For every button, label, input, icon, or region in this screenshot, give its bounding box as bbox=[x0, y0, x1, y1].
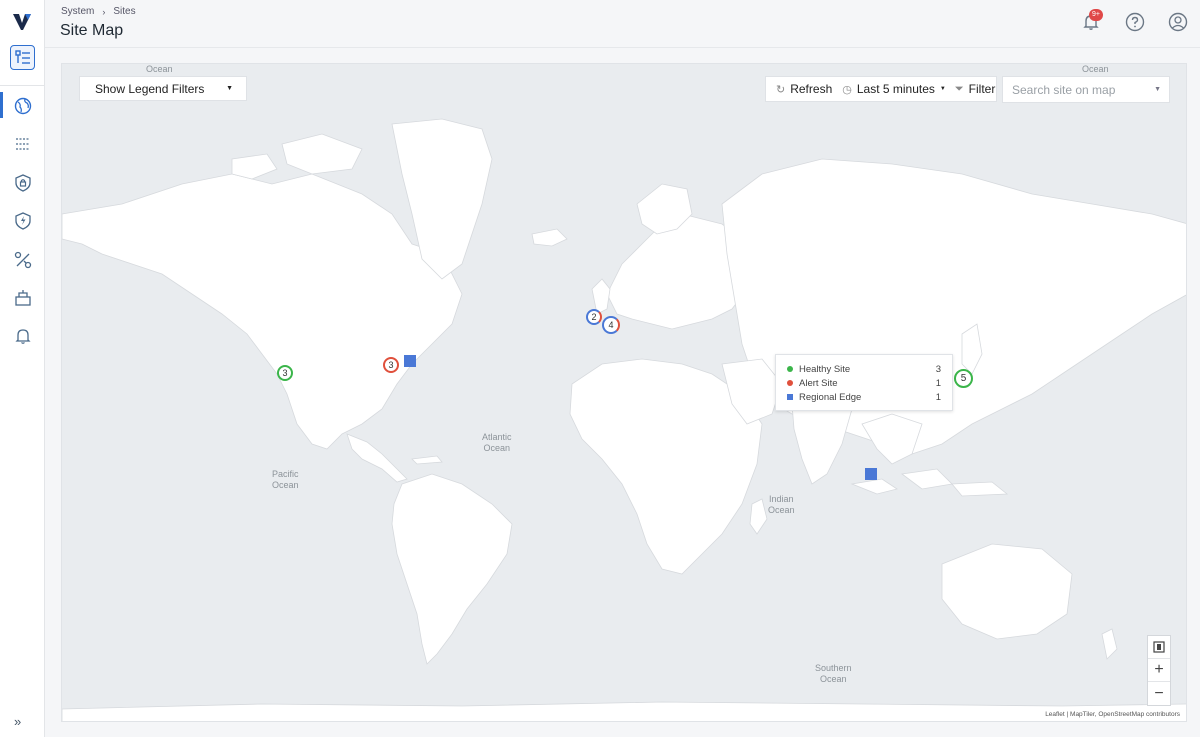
time-range-label: Last 5 minutes bbox=[856, 82, 935, 96]
tree-list-icon bbox=[14, 49, 30, 64]
ocean-label: Atlantic Ocean bbox=[482, 432, 512, 453]
ocean-label: Ocean bbox=[1082, 64, 1109, 74]
search-placeholder: Search site on map bbox=[1012, 82, 1116, 97]
tools-icon bbox=[14, 251, 31, 268]
breadcrumb-system[interactable]: System bbox=[61, 6, 94, 17]
network-icon bbox=[15, 137, 30, 150]
globe-icon bbox=[14, 97, 31, 114]
zoom-in-button[interactable]: + bbox=[1148, 659, 1170, 682]
world-landmass bbox=[62, 118, 1186, 721]
ocean-label: Southern Ocean bbox=[815, 663, 852, 684]
legend-filter-label: Show Legend Filters bbox=[95, 81, 205, 96]
popup-row-label: Healthy Site bbox=[799, 363, 851, 375]
bell-icon bbox=[14, 328, 31, 344]
refresh-button[interactable]: ↻ Refresh bbox=[766, 76, 832, 102]
site-cluster-marker[interactable]: 4 bbox=[602, 316, 620, 334]
rail-divider bbox=[0, 85, 45, 86]
filter-button[interactable]: ⏷ Filter bbox=[946, 76, 995, 102]
site-cluster-marker[interactable]: 3 bbox=[383, 357, 399, 373]
regional-edge-square-icon bbox=[787, 394, 793, 400]
site-icon bbox=[14, 289, 31, 306]
notification-count-badge: 9+ bbox=[1089, 9, 1103, 21]
osm-link[interactable]: OpenStreetMap contributors bbox=[1098, 711, 1180, 718]
refresh-label: Refresh bbox=[790, 82, 833, 96]
nav-alerts[interactable] bbox=[10, 323, 35, 348]
ocean-label: Pacific Ocean bbox=[272, 469, 299, 490]
breadcrumb: System › Sites bbox=[61, 6, 136, 17]
map-attribution: Leaflet | MapTiler, OpenStreetMap contri… bbox=[1042, 710, 1183, 719]
site-legend-popup: Healthy Site 3 Alert Site 1 Regional Edg… bbox=[775, 354, 953, 411]
popup-row-label: Alert Site bbox=[799, 377, 838, 389]
caret-down-icon: ▼ bbox=[226, 85, 233, 92]
help-icon[interactable] bbox=[1124, 11, 1146, 33]
leaflet-link[interactable]: Leaflet bbox=[1045, 711, 1065, 718]
filter-label: Filter bbox=[968, 82, 996, 96]
map-toolbar: ↻ Refresh ◷ Last 5 minutes ▼ ⏷ Filter bbox=[765, 76, 997, 102]
site-cluster-marker[interactable]: 2 bbox=[586, 309, 602, 325]
legend-filter-dropdown[interactable]: Show Legend Filters ▼ bbox=[79, 76, 247, 101]
caret-down-icon: ▼ bbox=[1154, 86, 1161, 93]
fit-bounds-button[interactable] bbox=[1148, 636, 1170, 659]
nav-site-map[interactable] bbox=[10, 93, 35, 118]
ocean-label: Ocean bbox=[146, 64, 173, 74]
app-switcher-button[interactable] bbox=[10, 45, 35, 70]
plus-icon: + bbox=[1154, 661, 1164, 678]
user-account-icon[interactable] bbox=[1167, 11, 1189, 33]
nav-networking[interactable] bbox=[10, 131, 35, 156]
page-title: Site Map bbox=[60, 22, 124, 39]
refresh-icon: ↻ bbox=[776, 83, 786, 96]
chevron-right-icon: › bbox=[102, 6, 106, 17]
nav-protection[interactable] bbox=[10, 208, 35, 233]
world-map[interactable]: Ocean Ocean Atlantic Ocean Pacific Ocean… bbox=[61, 63, 1187, 722]
popup-row-label: Regional Edge bbox=[799, 391, 862, 403]
site-cluster-marker[interactable]: 3 bbox=[277, 365, 293, 381]
shield-bolt-icon bbox=[14, 211, 31, 230]
nav-security[interactable] bbox=[10, 170, 35, 195]
time-range-dropdown[interactable]: ◷ Last 5 minutes ▼ bbox=[832, 76, 946, 102]
clock-icon: ◷ bbox=[842, 83, 852, 96]
zoom-out-button[interactable]: − bbox=[1148, 682, 1170, 705]
minus-icon: − bbox=[1154, 684, 1164, 702]
left-nav-rail: » bbox=[0, 0, 45, 737]
filter-icon: ⏷ bbox=[954, 82, 964, 95]
popup-row-regional-edge: Regional Edge 1 bbox=[787, 390, 941, 404]
regional-edge-marker[interactable] bbox=[404, 355, 416, 367]
popup-row-alert: Alert Site 1 bbox=[787, 376, 941, 390]
zoom-controls: + − bbox=[1147, 635, 1171, 706]
nav-sites[interactable] bbox=[10, 285, 35, 310]
popup-row-count: 1 bbox=[935, 391, 941, 403]
site-cluster-marker[interactable]: 5 bbox=[954, 369, 973, 388]
volterra-logo-icon[interactable] bbox=[11, 11, 33, 33]
search-site-input[interactable]: Search site on map ▼ bbox=[1002, 76, 1170, 103]
regional-edge-marker[interactable] bbox=[865, 468, 877, 480]
shield-lock-icon bbox=[14, 173, 31, 192]
maptiler-link[interactable]: MapTiler bbox=[1070, 711, 1095, 718]
active-nav-indicator bbox=[0, 92, 3, 118]
breadcrumb-sites[interactable]: Sites bbox=[113, 6, 135, 17]
popup-row-count: 1 bbox=[935, 377, 941, 389]
popup-row-healthy: Healthy Site 3 bbox=[787, 362, 941, 376]
fit-bounds-icon bbox=[1153, 641, 1165, 653]
healthy-dot-icon bbox=[787, 366, 793, 372]
popup-row-count: 3 bbox=[935, 363, 941, 375]
ocean-label: Indian Ocean bbox=[768, 494, 795, 515]
expand-rail-icon[interactable]: » bbox=[14, 714, 21, 729]
nav-tools[interactable] bbox=[10, 247, 35, 272]
alert-dot-icon bbox=[787, 380, 793, 386]
page-header: System › Sites Site Map bbox=[45, 0, 1200, 48]
